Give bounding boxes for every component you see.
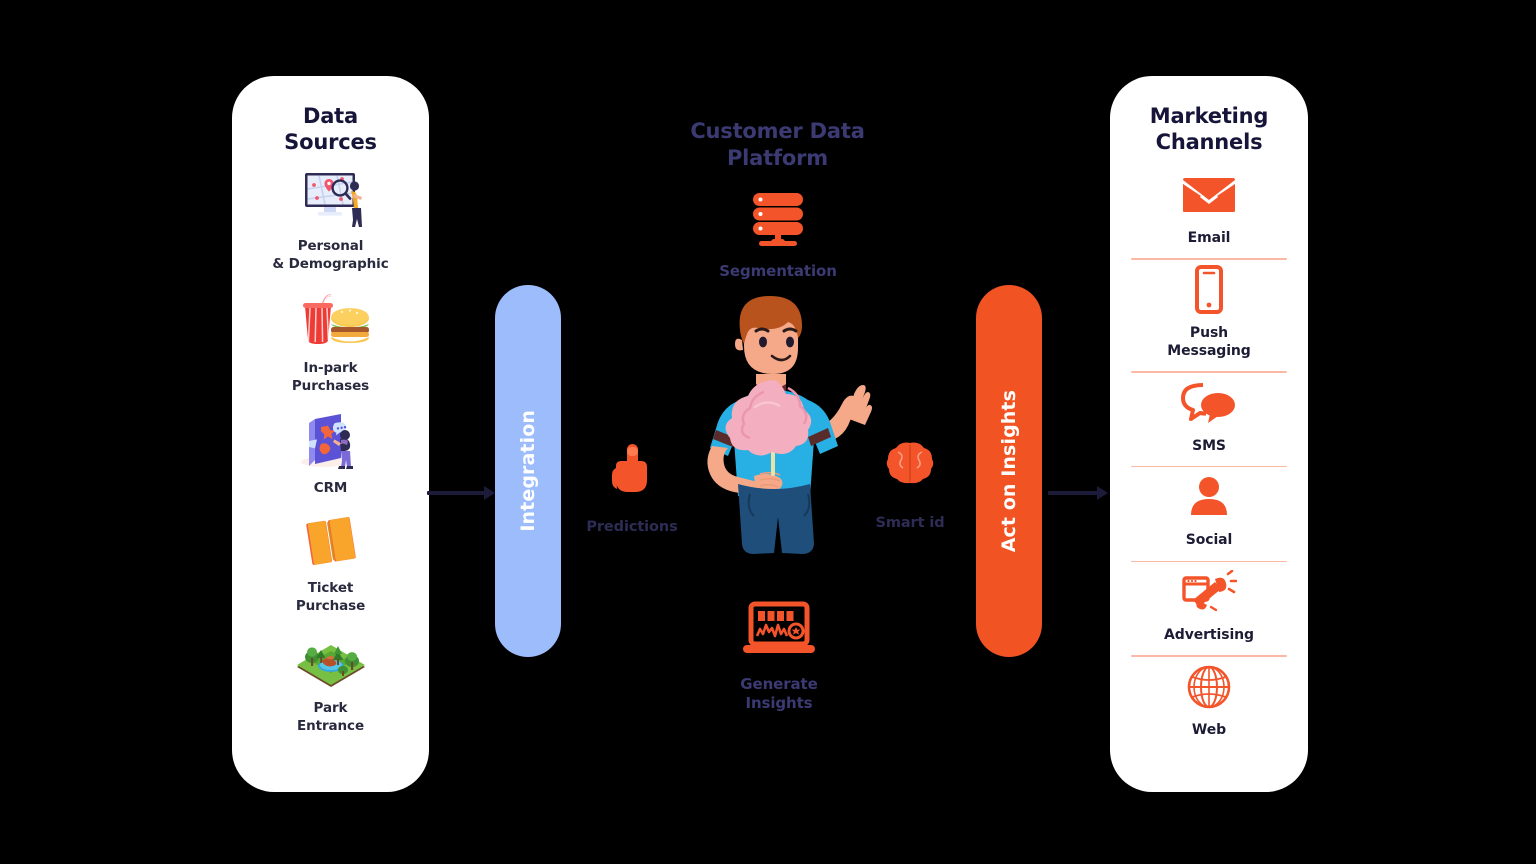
channel-divider (1131, 465, 1287, 468)
monitor-map-search-icon (289, 168, 373, 230)
data-source-item[interactable]: Park Entrance (232, 630, 429, 736)
marketing-channels-panel: Marketing Channels Email Push Messaging … (1110, 76, 1308, 792)
arrow-act-to-channels (1048, 486, 1108, 500)
database-server-icon (690, 190, 866, 252)
marketing-channels-title: Marketing Channels (1149, 104, 1269, 155)
tickets-icon (289, 510, 373, 572)
globe-grid-icon (1186, 660, 1232, 714)
marketing-channel-label: SMS (1192, 437, 1226, 454)
arrow-shaft (1048, 490, 1098, 496)
arrow-head (1097, 486, 1108, 500)
data-sources-title: Data Sources (284, 104, 377, 155)
data-source-label: CRM (313, 479, 348, 496)
generate-insights-node[interactable]: Generate Insights (700, 600, 858, 713)
envelope-icon (1181, 168, 1237, 222)
segmentation-node[interactable]: Segmentation (690, 190, 866, 280)
integration-bar[interactable]: Integration (495, 285, 561, 657)
arrow-sources-to-integration (427, 486, 495, 500)
marketing-channels-list: Email Push Messaging SMS Social Advertis… (1110, 168, 1308, 739)
smartphone-icon (1190, 263, 1228, 317)
marketing-channel-label: Advertising (1164, 627, 1254, 644)
park-landscape-icon (289, 630, 373, 692)
marketing-channel-label: Web (1191, 722, 1227, 738)
arrow-shaft (427, 490, 485, 496)
diagram-canvas: Data Sources Personal & Demographic In-p… (0, 0, 1536, 864)
person-avatar-icon (1187, 470, 1231, 524)
data-source-label: Ticket Purchase (295, 579, 366, 614)
data-source-label: Personal & Demographic (272, 237, 389, 272)
channel-divider (1131, 655, 1287, 657)
data-sources-list: Personal & Demographic In-park Purchases… (232, 168, 429, 736)
channel-divider (1131, 560, 1287, 563)
act-on-insights-bar[interactable]: Act on Insights (976, 285, 1042, 657)
data-source-item[interactable]: In-park Purchases (232, 290, 429, 396)
marketing-channel-label: Push Messaging (1167, 324, 1251, 359)
burger-drink-icon (289, 290, 373, 352)
marketing-channel-item[interactable]: SMS (1110, 376, 1308, 455)
customer-data-platform-title: Customer Data Platform (690, 119, 865, 170)
channel-divider (1131, 371, 1287, 373)
man-holding-cotton-candy-illustration (668, 288, 890, 598)
arrow-head (484, 486, 495, 500)
marketing-channel-item[interactable]: Web (1110, 660, 1308, 739)
marketing-channel-item[interactable]: Social (1110, 470, 1308, 549)
megaphone-icon (1181, 565, 1237, 619)
act-on-insights-bar-label: Act on Insights (998, 389, 1020, 553)
generate-insights-label: Generate Insights (740, 675, 818, 713)
marketing-channel-item[interactable]: Push Messaging (1110, 263, 1308, 360)
marketing-channel-item[interactable]: Email (1110, 168, 1308, 247)
mobile-crm-icon (289, 410, 373, 472)
marketing-channel-label: Email (1187, 229, 1231, 246)
speech-bubbles-icon (1180, 376, 1238, 430)
data-source-label: Park Entrance (296, 699, 365, 734)
laptop-analytics-icon (700, 600, 858, 666)
data-source-label: In-park Purchases (291, 359, 370, 394)
marketing-channel-item[interactable]: Advertising (1110, 565, 1308, 644)
data-source-item[interactable]: Ticket Purchase (232, 510, 429, 616)
data-sources-panel: Data Sources Personal & Demographic In-p… (232, 76, 429, 792)
data-source-item[interactable]: CRM (232, 410, 429, 498)
segmentation-label: Segmentation (719, 262, 837, 280)
data-source-item[interactable]: Personal & Demographic (232, 168, 429, 274)
integration-bar-label: Integration (517, 410, 539, 532)
marketing-channel-label: Social (1185, 532, 1233, 549)
channel-divider (1131, 258, 1287, 260)
